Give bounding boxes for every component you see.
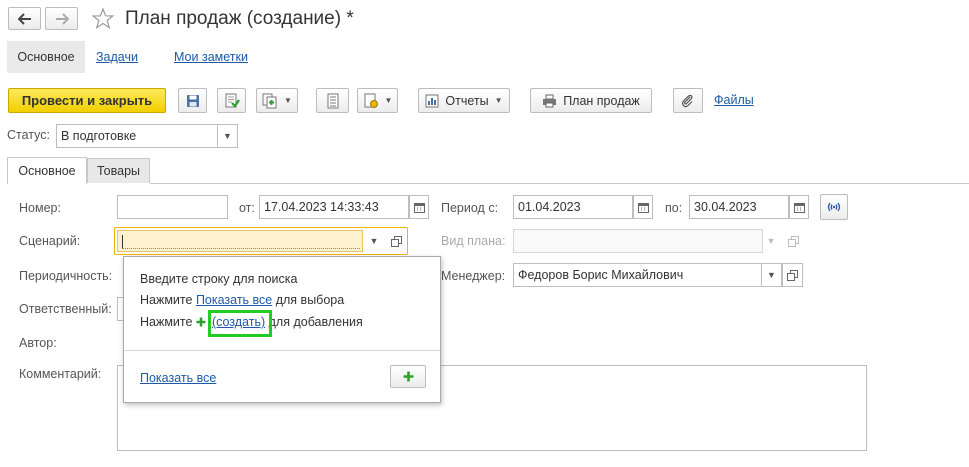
select-period-button[interactable] <box>820 194 848 220</box>
period-to-calendar-button[interactable] <box>789 195 809 219</box>
save-button[interactable] <box>178 88 207 113</box>
open-form-icon <box>787 235 799 247</box>
open-form-icon <box>787 269 798 281</box>
period-to-label: по: <box>665 201 683 215</box>
popup-hint-select-prefix: Нажмите <box>140 293 196 307</box>
floppy-disk-icon <box>186 94 199 107</box>
calendar-icon <box>793 202 805 213</box>
post-and-close-button[interactable]: Провести и закрыть <box>8 88 166 113</box>
report-icon <box>425 94 439 107</box>
manager-select[interactable]: Федоров Борис Михайлович <box>513 263 763 287</box>
tab-tasks[interactable]: Задачи <box>96 50 138 64</box>
period-select-icon <box>827 202 841 212</box>
period-from-label: Период с: <box>441 201 499 215</box>
back-button[interactable] <box>8 7 41 30</box>
tab-main-label: Основное <box>18 164 76 178</box>
tab-main-nav[interactable]: Основное <box>7 41 85 73</box>
reports-label: Отчеты <box>445 93 489 108</box>
period-from-input[interactable]: 01.04.2023 <box>513 195 633 219</box>
show-all-inline-link[interactable]: Показать все <box>196 293 272 307</box>
comment-label: Комментарий: <box>19 367 102 381</box>
tab-goods[interactable]: Товары <box>87 158 150 183</box>
scenario-label: Сценарий: <box>19 234 81 248</box>
from-date-label: от: <box>239 201 255 215</box>
tab-main-nav-label: Основное <box>17 50 75 64</box>
scenario-open-button[interactable] <box>386 229 406 253</box>
create-new-button[interactable] <box>390 365 426 388</box>
number-input[interactable] <box>117 195 228 219</box>
calendar-icon <box>637 202 649 213</box>
attach-button[interactable] <box>673 88 703 113</box>
favorite-star-icon[interactable] <box>92 8 114 29</box>
status-select[interactable]: В подготовке <box>56 124 218 148</box>
period-to-input[interactable]: 30.04.2023 <box>689 195 789 219</box>
tab-my-notes[interactable]: Мои заметки <box>174 50 248 64</box>
page-title: План продаж (создание) * <box>125 8 354 29</box>
plan-type-open-button <box>783 229 803 253</box>
plan-type-dropdown-button: ▼ <box>761 229 781 253</box>
status-label: Статус: <box>7 128 50 142</box>
show-all-link[interactable]: Показать все <box>140 371 216 385</box>
chevron-down-icon: ▼ <box>223 131 232 141</box>
chevron-down-icon: ▼ <box>284 96 292 105</box>
create-based-on-icon <box>262 93 277 108</box>
plan-type-label: Вид плана: <box>441 234 506 248</box>
create-link-highlight <box>208 310 272 337</box>
post-and-close-label: Провести и закрыть <box>21 93 153 108</box>
arrow-left-icon <box>17 12 31 25</box>
calendar-icon <box>413 202 425 213</box>
chevron-down-icon: ▼ <box>767 270 776 280</box>
popup-hint-create-suffix: для добавления <box>265 315 363 329</box>
create-based-on-button[interactable]: ▼ <box>256 88 298 113</box>
responsible-label: Ответственный: <box>19 302 112 316</box>
sales-plan-label: План продаж <box>563 93 640 108</box>
chevron-down-icon: ▼ <box>369 236 379 246</box>
print-sales-plan-button[interactable]: План продаж <box>530 88 652 113</box>
journal-list-icon <box>327 93 338 108</box>
paperclip-icon <box>682 94 693 107</box>
text-cursor <box>122 234 123 249</box>
period-from-calendar-button[interactable] <box>633 195 653 219</box>
scenario-input-underline <box>122 248 360 249</box>
chevron-down-icon: ▼ <box>766 236 776 246</box>
more-actions-button[interactable]: ▼ <box>357 88 398 113</box>
manager-open-button[interactable] <box>782 263 803 287</box>
plus-icon <box>403 371 413 382</box>
popup-hint-select-suffix: для выбора <box>272 293 345 307</box>
arrow-right-icon <box>55 12 69 25</box>
post-button[interactable] <box>217 88 246 113</box>
popup-divider <box>124 350 440 351</box>
content-tabs-line <box>150 183 969 184</box>
number-label: Номер: <box>19 201 61 215</box>
from-date-calendar-button[interactable] <box>409 195 429 219</box>
popup-hint-search: Введите строку для поиска <box>140 272 298 286</box>
files-link[interactable]: Файлы <box>714 93 754 107</box>
popup-hint-select: Нажмите Показать все для выбора <box>140 293 344 307</box>
printer-icon <box>543 94 557 107</box>
document-journal-button[interactable] <box>316 88 349 113</box>
manager-dropdown-button[interactable]: ▼ <box>761 263 782 287</box>
forward-button[interactable] <box>45 7 78 30</box>
plus-icon <box>196 317 206 327</box>
chevron-down-icon: ▼ <box>384 96 393 105</box>
post-document-icon <box>225 93 240 108</box>
tab-goods-label: Товары <box>97 164 140 178</box>
scenario-dropdown-popup: Введите строку для поиска Нажмите Показа… <box>123 256 441 403</box>
open-form-icon <box>390 235 402 247</box>
status-dropdown-button[interactable]: ▼ <box>217 124 238 148</box>
document-settings-icon <box>364 93 378 108</box>
scenario-dropdown-button[interactable]: ▼ <box>364 229 384 253</box>
reports-button[interactable]: Отчеты ▼ <box>418 88 510 113</box>
author-label: Автор: <box>19 336 57 350</box>
periodicity-label: Периодичность: <box>19 269 113 283</box>
from-date-input[interactable]: 17.04.2023 14:33:43 <box>259 195 409 219</box>
plan-type-select <box>513 229 763 253</box>
chevron-down-icon: ▼ <box>494 96 503 105</box>
popup-hint-create-prefix: Нажмите <box>140 315 196 329</box>
tab-main[interactable]: Основное <box>7 157 87 184</box>
manager-label: Менеджер: <box>441 269 506 283</box>
